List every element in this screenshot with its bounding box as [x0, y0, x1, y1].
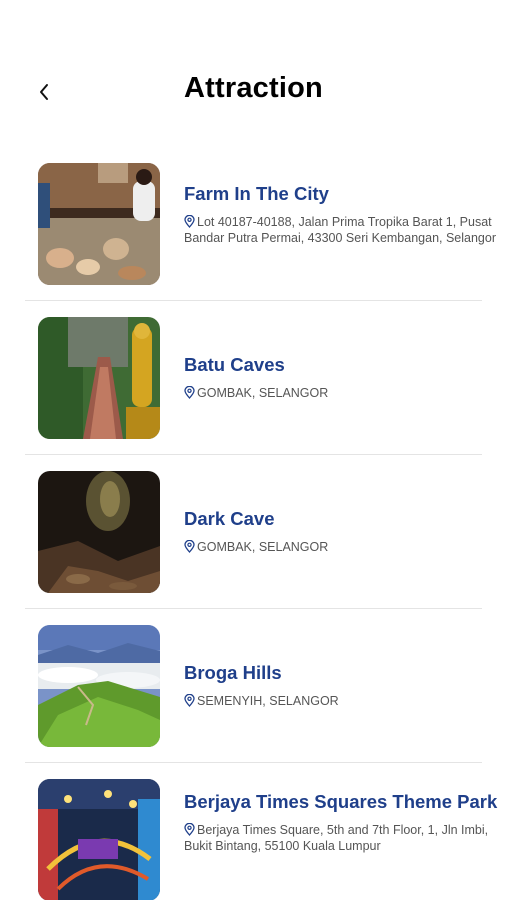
attraction-thumbnail-batu-caves[interactable]	[38, 317, 160, 439]
attraction-info: Berjaya Times Squares Theme Park Berjaya…	[184, 763, 497, 900]
attraction-info: Broga Hills SEMENYIH, SELANGOR	[184, 609, 497, 763]
attraction-thumbnail-dark-cave[interactable]	[38, 471, 160, 593]
batu-caves-image	[38, 317, 160, 439]
address-text: GOMBAK, SELANGOR	[197, 540, 329, 555]
attraction-address: Lot 40187-40188, Jalan Prima Tropika Bar…	[184, 215, 497, 246]
attraction-list: Farm In The City Lot 40187-40188, Jalan …	[0, 147, 507, 900]
address-text: Berjaya Times Square, 5th and 7th Floor,…	[184, 823, 489, 853]
broga-hills-image	[38, 625, 160, 747]
attraction-card[interactable]: Batu Caves GOMBAK, SELANGOR	[0, 301, 507, 455]
attraction-screen: Attraction Farm In The City Lot 40187-40…	[0, 0, 507, 900]
theme-park-image	[38, 779, 160, 900]
address-text: Lot 40187-40188, Jalan Prima Tropika Bar…	[184, 215, 496, 245]
attraction-address: SEMENYIH, SELANGOR	[184, 694, 497, 710]
map-pin-icon	[184, 215, 195, 228]
attraction-info: Batu Caves GOMBAK, SELANGOR	[184, 301, 497, 455]
attraction-info: Dark Cave GOMBAK, SELANGOR	[184, 455, 497, 609]
attraction-thumbnail-farm-in-the-city[interactable]	[38, 163, 160, 285]
attraction-thumbnail-broga-hills[interactable]	[38, 625, 160, 747]
attraction-thumbnail-berjaya-times-square[interactable]	[38, 779, 160, 900]
address-text: GOMBAK, SELANGOR	[197, 386, 329, 401]
attraction-info: Farm In The City Lot 40187-40188, Jalan …	[184, 147, 497, 301]
attraction-address: GOMBAK, SELANGOR	[184, 386, 497, 402]
attraction-address: Berjaya Times Square, 5th and 7th Floor,…	[184, 823, 497, 854]
attraction-name[interactable]: Dark Cave	[184, 508, 497, 530]
page-title: Attraction	[184, 72, 323, 104]
map-pin-icon	[184, 386, 195, 400]
farm-animals-image	[38, 163, 160, 285]
attraction-card[interactable]: Dark Cave GOMBAK, SELANGOR	[0, 455, 507, 609]
attraction-name[interactable]: Broga Hills	[184, 662, 497, 684]
attraction-name[interactable]: Batu Caves	[184, 354, 497, 376]
attraction-address: GOMBAK, SELANGOR	[184, 540, 497, 556]
map-pin-icon	[184, 823, 195, 836]
attraction-name[interactable]: Farm In The City	[184, 183, 497, 205]
address-text: SEMENYIH, SELANGOR	[197, 694, 339, 709]
attraction-card[interactable]: Broga Hills SEMENYIH, SELANGOR	[0, 609, 507, 763]
header: Attraction	[0, 60, 507, 120]
map-pin-icon	[184, 540, 195, 554]
map-pin-icon	[184, 694, 195, 708]
attraction-card[interactable]: Farm In The City Lot 40187-40188, Jalan …	[0, 147, 507, 301]
attraction-name[interactable]: Berjaya Times Squares Theme Park	[184, 791, 497, 813]
dark-cave-image	[38, 471, 160, 593]
attraction-card[interactable]: Berjaya Times Squares Theme Park Berjaya…	[0, 763, 507, 900]
